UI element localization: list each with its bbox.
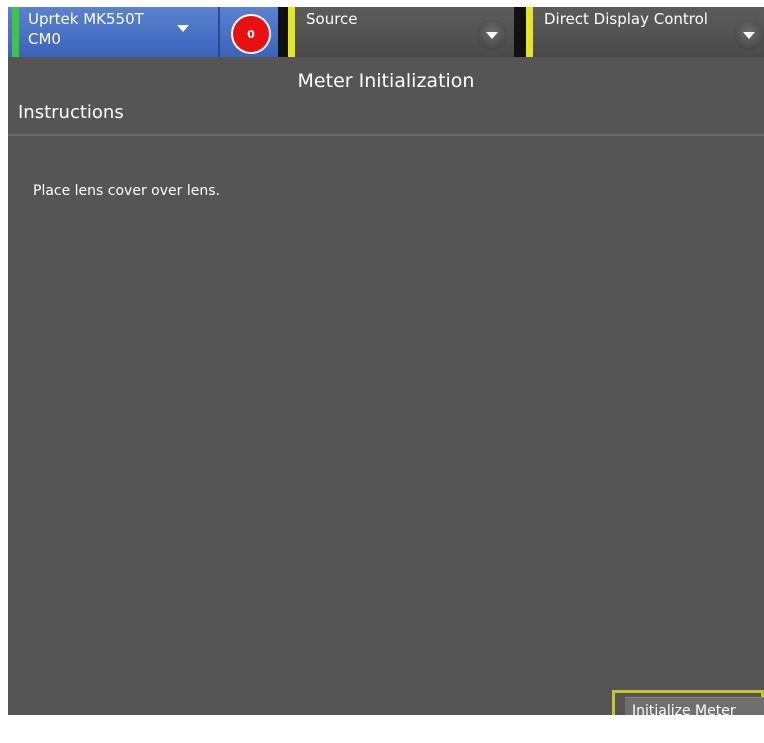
chevron-down-icon[interactable]: [177, 25, 189, 32]
display-status-stripe: [526, 7, 533, 57]
meter-divider: [218, 7, 220, 57]
display-control-selector[interactable]: Direct Display Control: [526, 7, 764, 57]
meter-name: Uprtek MK550T CM0: [28, 9, 144, 49]
initialize-meter-button[interactable]: Initialize Meter: [625, 697, 764, 715]
source-status-stripe: [288, 7, 295, 57]
source-label: Source: [306, 10, 358, 28]
display-control-label: Direct Display Control: [544, 10, 708, 28]
section-divider: [8, 134, 764, 136]
display-dropdown-button[interactable]: [734, 20, 764, 50]
meter-name-line2: CM0: [28, 30, 61, 48]
instruction-text: Place lens cover over lens.: [33, 183, 220, 199]
instructions-heading: Instructions: [18, 102, 124, 123]
bar-separator: [514, 7, 526, 57]
device-bar: Uprtek MK550T CM0 0 Source Direct Displa…: [8, 7, 764, 57]
error-count-badge[interactable]: 0: [231, 14, 271, 54]
source-dropdown-button[interactable]: [477, 20, 507, 50]
chevron-down-icon: [486, 32, 498, 39]
source-selector[interactable]: Source: [288, 7, 514, 57]
meter-status-stripe: [12, 7, 19, 57]
bar-separator: [278, 7, 288, 57]
chevron-down-icon: [743, 32, 755, 39]
meter-initialization-window: Uprtek MK550T CM0 0 Source Direct Displa…: [8, 7, 764, 715]
meter-name-line1: Uprtek MK550T: [28, 10, 144, 28]
page-title: Meter Initialization: [297, 70, 475, 92]
meter-selector[interactable]: Uprtek MK550T CM0 0: [8, 7, 278, 57]
